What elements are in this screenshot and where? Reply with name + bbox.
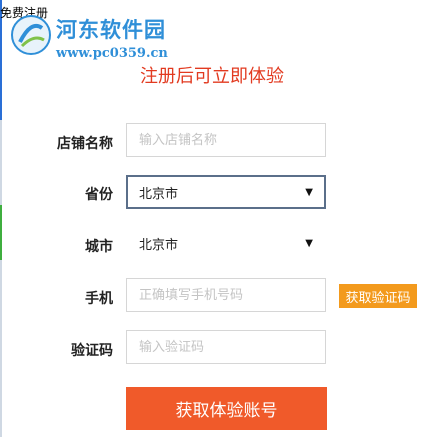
window-left-border [0, 0, 2, 437]
code-input[interactable] [127, 331, 325, 363]
province-label: 省份 [85, 187, 113, 203]
store-name-field [126, 123, 326, 157]
store-name-label: 店铺名称 [57, 136, 113, 152]
province-value: 北京市 [139, 186, 179, 202]
register-headline: 注册后可立即体验 [140, 66, 284, 87]
watermark-url: www.pc0359.cn [56, 46, 168, 61]
city-value: 北京市 [139, 237, 179, 253]
phone-label: 手机 [85, 291, 113, 307]
phone-input[interactable] [127, 279, 325, 311]
code-field [126, 330, 326, 364]
store-name-input[interactable] [127, 124, 325, 156]
code-label: 验证码 [71, 343, 113, 359]
city-select[interactable]: 北京市 ▼ [126, 226, 326, 260]
chevron-down-icon: ▼ [305, 237, 313, 249]
get-code-button[interactable]: 获取验证码 [339, 284, 417, 308]
get-trial-account-button[interactable]: 获取体验账号 [126, 387, 327, 430]
chevron-down-icon: ▼ [305, 186, 313, 198]
phone-field [126, 278, 326, 312]
hedong-logo-icon [11, 15, 51, 55]
watermark-site-name: 河东软件园 [56, 17, 166, 42]
city-label: 城市 [85, 239, 113, 255]
province-select[interactable]: 北京市 ▼ [126, 175, 326, 209]
site-watermark: 河东软件园 www.pc0359.cn [10, 8, 240, 68]
